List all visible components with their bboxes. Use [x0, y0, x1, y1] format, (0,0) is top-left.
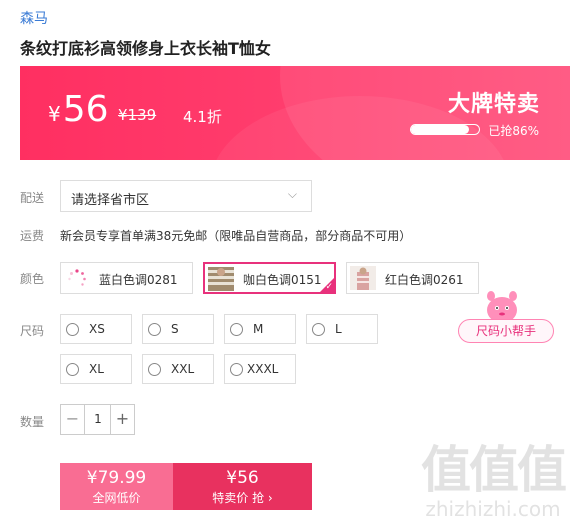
radio-icon: [66, 323, 79, 336]
sold-progress-fill: [411, 125, 470, 134]
color-option-label: 红白色调0261: [385, 273, 464, 287]
size-option-label: M: [253, 322, 264, 336]
sold-progress-bar: [410, 124, 480, 135]
discount-rate: 4.1折: [183, 108, 222, 126]
watermark-logo: 值值值: [421, 441, 567, 499]
sale-price-value: 56: [62, 89, 109, 130]
size-option-xxxl[interactable]: XXXL: [224, 354, 296, 384]
color-option-brown-white[interactable]: 咖白色调0151 ✓: [203, 262, 336, 294]
sold-percentage: 已抢86%: [488, 124, 539, 138]
web-price-value: ¥79.99: [86, 468, 147, 488]
chevron-right-icon: ›: [267, 491, 273, 505]
size-option-xxl[interactable]: XXL: [142, 354, 214, 384]
loading-spinner-icon: [68, 269, 86, 286]
quantity-value[interactable]: 1: [85, 405, 111, 434]
quantity-stepper: − 1 +: [60, 404, 135, 435]
radio-icon: [148, 323, 161, 336]
color-label: 颜色: [20, 272, 45, 286]
radio-icon: [230, 363, 243, 376]
region-select-placeholder: 请选择省市区: [71, 193, 150, 208]
shipping-label: 运费: [20, 229, 45, 243]
color-option-label: 蓝白色调0281: [99, 273, 178, 287]
quantity-label: 数量: [20, 415, 45, 429]
original-price: ¥139: [118, 106, 157, 124]
web-price-label: 全网低价: [92, 491, 141, 505]
size-option-s[interactable]: S: [142, 314, 214, 344]
buy-now-label: 特卖价 抢 ›: [173, 490, 312, 506]
region-select[interactable]: 请选择省市区 ⌵: [60, 180, 312, 212]
delivery-label: 配送: [20, 191, 45, 205]
product-thumbnail: [208, 267, 234, 291]
size-option-l[interactable]: L: [306, 314, 378, 344]
color-option-blue-white[interactable]: 蓝白色调0281: [60, 262, 193, 294]
buy-now-button[interactable]: ¥56 特卖价 抢 ›: [173, 463, 312, 510]
checkmark-icon: ✓: [325, 282, 333, 292]
sale-price: ¥56: [48, 90, 109, 134]
radio-icon: [148, 363, 161, 376]
radio-icon: [312, 323, 325, 336]
big-brand-badge: 大牌特卖: [447, 92, 540, 117]
sale-price-button-value: ¥56: [226, 468, 259, 488]
currency-symbol: ¥: [48, 102, 61, 126]
size-option-label: XXL: [171, 362, 195, 376]
size-option-label: XL: [89, 362, 104, 376]
watermark: 值值值 zhizhizhi.com: [421, 441, 567, 521]
size-option-label: XXXL: [247, 362, 279, 376]
size-option-xl[interactable]: XL: [60, 354, 132, 384]
size-label: 尺码: [20, 324, 45, 338]
size-option-xs[interactable]: XS: [60, 314, 132, 344]
chevron-down-icon: ⌵: [287, 187, 297, 201]
radio-icon: [66, 363, 79, 376]
buy-now-text: 特卖价 抢: [212, 491, 265, 505]
color-option-red-white[interactable]: 红白色调0261: [346, 262, 479, 294]
radio-icon: [230, 323, 243, 336]
size-helper-button[interactable]: 尺码小帮手: [458, 319, 554, 343]
brand-name[interactable]: 森马: [20, 8, 48, 28]
size-option-label: L: [335, 322, 342, 336]
product-title: 条纹打底衫高领修身上衣长袖T恤女: [20, 39, 271, 58]
web-price-button[interactable]: ¥79.99 全网低价: [60, 463, 173, 510]
product-thumbnail: [350, 266, 376, 290]
size-option-label: S: [171, 322, 179, 336]
quantity-minus-button[interactable]: −: [61, 405, 85, 434]
color-option-label: 咖白色调0151: [243, 273, 322, 287]
shipping-info: 新会员专享首单满38元免邮（限唯品自营商品，部分商品不可用）: [60, 229, 412, 243]
size-option-label: XS: [89, 322, 105, 336]
quantity-plus-button[interactable]: +: [110, 405, 134, 434]
watermark-url: zhizhizhi.com: [425, 497, 561, 521]
price-banner: ¥56 ¥139 4.1折 大牌特卖 已抢86%: [20, 66, 570, 160]
size-option-m[interactable]: M: [224, 314, 296, 344]
